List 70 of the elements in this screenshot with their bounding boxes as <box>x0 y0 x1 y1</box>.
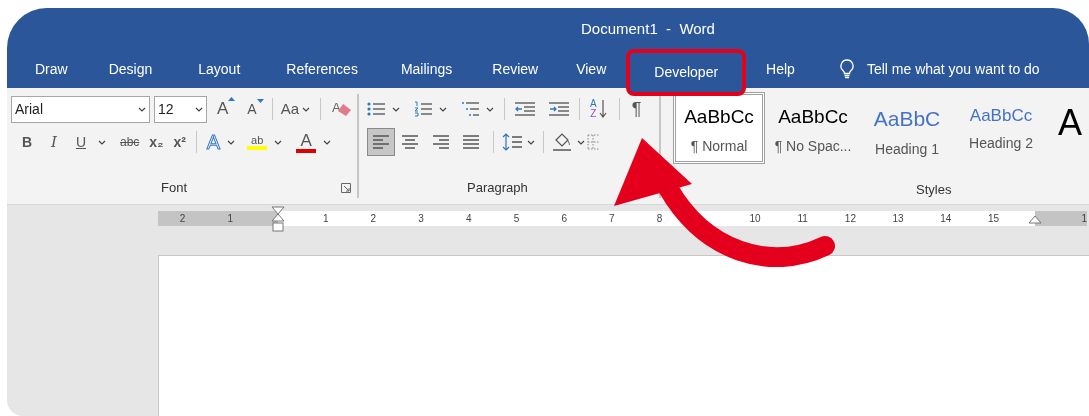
ruler-number: 8 <box>656 212 663 225</box>
font-color-button[interactable]: A <box>296 131 317 153</box>
styles-group-label: Styles <box>916 181 953 199</box>
indent-marker-icon[interactable] <box>271 206 285 233</box>
ribbon-tab[interactable]: Help <box>748 54 813 84</box>
dialog-launcher-icon[interactable] <box>341 182 352 193</box>
font-name-combo[interactable]: Arial <box>11 95 150 123</box>
superscript-button[interactable]: x² <box>173 131 186 153</box>
shrink-font-button[interactable]: A <box>247 98 264 120</box>
bullet-list-icon[interactable] <box>367 101 386 117</box>
ribbon-tab[interactable]: Review <box>472 54 559 84</box>
ruler-number: 1 <box>227 212 234 225</box>
ribbon-tab[interactable]: Draw <box>17 54 86 84</box>
numbered-list-icon[interactable] <box>414 101 433 117</box>
paragraph-group-label: Paragraph <box>467 179 529 197</box>
sort-button[interactable]: A Z <box>590 99 607 119</box>
ribbon-tab[interactable]: Developer <box>626 49 747 96</box>
ribbon-tab[interactable]: Design <box>85 54 176 84</box>
decrease-indent-icon[interactable] <box>515 101 536 117</box>
lightbulb-icon[interactable] <box>838 59 855 79</box>
multilevel-list-icon[interactable] <box>461 101 480 117</box>
subscript-button[interactable]: x₂ <box>149 131 164 153</box>
ruler-number: 7 <box>609 212 615 225</box>
style-gallery-item[interactable]: A <box>1049 92 1089 164</box>
paint-bucket-icon[interactable] <box>552 132 573 152</box>
align-right-icon <box>431 132 452 152</box>
align-justify-icon <box>461 132 482 152</box>
align-left-button[interactable] <box>367 128 396 156</box>
clear-formatting-button[interactable]: A <box>331 98 354 120</box>
style-gallery-item[interactable]: AaBbC Heading 1 <box>861 92 953 164</box>
font-group-label: Font <box>161 179 187 197</box>
ruler-number: 15 <box>987 212 1000 225</box>
show-formatting-button[interactable]: ¶ <box>631 95 642 123</box>
ruler-number: 2 <box>179 212 186 225</box>
ruler-number: 12 <box>844 212 856 225</box>
style-gallery-item[interactable]: AaBbCc Heading 2 <box>955 92 1047 164</box>
underline-button[interactable]: U <box>71 131 91 153</box>
tell-me-search[interactable]: Tell me what you want to do <box>866 58 1040 80</box>
bold-button[interactable]: B <box>17 131 37 153</box>
triangle-up-icon <box>228 96 236 102</box>
change-case-button[interactable]: Aa <box>280 97 311 121</box>
ruler-number: 1 <box>322 212 329 225</box>
style-gallery-item[interactable]: AaBbCc ¶ Normal <box>673 92 765 164</box>
ruler-number: 1 <box>1081 212 1087 225</box>
window-title: Document1 - Word <box>581 18 715 39</box>
font-size-combo[interactable]: 12 <box>154 95 207 123</box>
align-left-icon <box>371 132 392 152</box>
ruler-number: 5 <box>513 212 520 225</box>
line-spacing-icon[interactable] <box>502 132 523 152</box>
ribbon-tab[interactable]: References <box>263 54 381 84</box>
ruler-number: 2 <box>370 212 377 225</box>
strikethrough-button[interactable]: abc <box>120 133 140 151</box>
ruler-number: 6 <box>561 212 567 225</box>
ruler-number: 11 <box>797 212 808 225</box>
ribbon-tab[interactable]: Mailings <box>380 54 473 84</box>
ruler-number: 13 <box>892 212 904 225</box>
ruler-number: 3 <box>418 212 424 225</box>
ruler-number: 4 <box>466 212 472 225</box>
triangle-down-icon <box>256 98 264 104</box>
grow-font-button[interactable]: A <box>217 96 236 122</box>
ruler-number: 10 <box>749 212 761 225</box>
ruler-margin <box>1035 211 1087 226</box>
increase-indent-icon[interactable] <box>549 101 570 117</box>
indent-marker-icon[interactable] <box>1028 215 1042 225</box>
ribbon-tab[interactable]: Layout <box>175 54 264 84</box>
italic-button[interactable]: I <box>41 130 67 154</box>
ruler-number: 14 <box>940 212 952 225</box>
highlight-color-button[interactable]: ab <box>247 134 268 150</box>
ribbon-tab[interactable]: View <box>558 54 625 84</box>
style-gallery-item[interactable]: AaBbCc ¶ No Spac... <box>767 92 859 164</box>
